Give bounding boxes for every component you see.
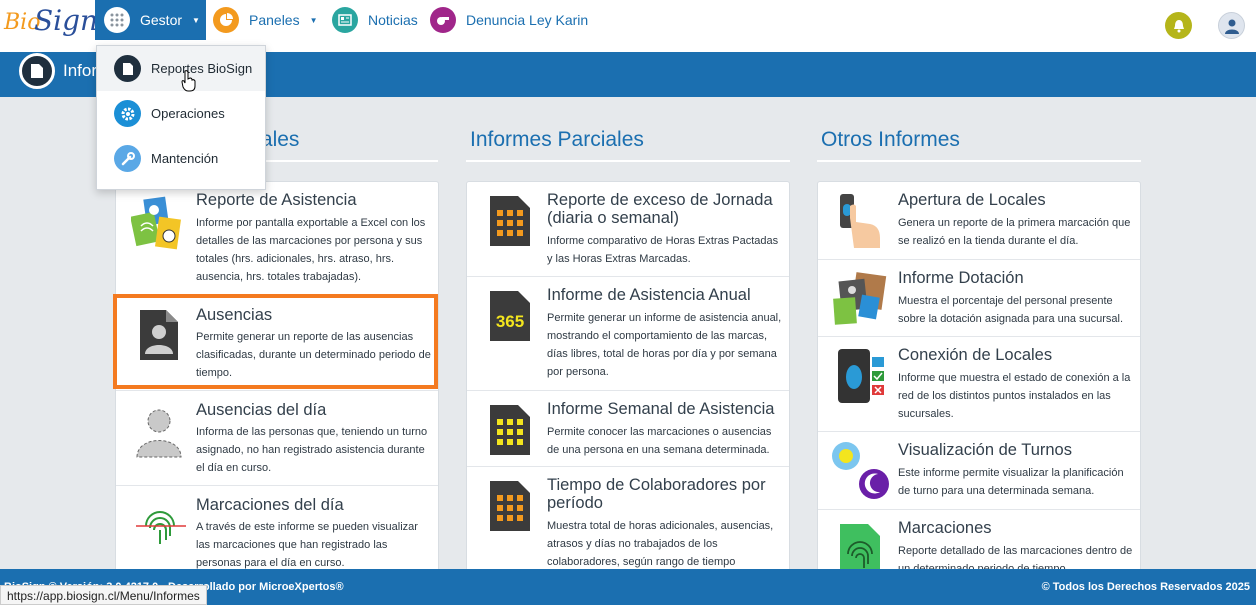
calendar-365-icon: 365 bbox=[488, 289, 542, 347]
card-title: Reporte de Asistencia bbox=[196, 191, 357, 209]
column-divider bbox=[817, 160, 1141, 162]
menu-item-label: Operaciones bbox=[151, 106, 225, 121]
card-description: Genera un reporte de la primera marcació… bbox=[898, 217, 1131, 247]
card-title: Conexión de Locales bbox=[898, 346, 1053, 364]
bell-icon[interactable] bbox=[1165, 12, 1192, 39]
card-apertura-locales[interactable]: Apertura de Locales Genera un reporte de… bbox=[818, 182, 1140, 260]
card-description: Muestra total de horas adicionales, ause… bbox=[547, 520, 774, 568]
menu-item-label: Reportes BioSign bbox=[151, 61, 253, 76]
card-description: Informe por pantalla exportable a Excel … bbox=[196, 217, 426, 283]
nav-paneles[interactable]: Paneles ▼ bbox=[213, 0, 318, 40]
badge-365-text: 365 bbox=[496, 312, 524, 331]
card-title: Informe Semanal de Asistencia bbox=[547, 400, 775, 418]
fingerprint-scan-icon bbox=[134, 504, 188, 562]
user-avatar-icon[interactable] bbox=[1218, 12, 1245, 39]
whistle-icon bbox=[430, 7, 456, 33]
card-title: Visualización de Turnos bbox=[898, 441, 1072, 459]
card-tiempo-colaboradores[interactable]: Tiempo de Colaboradores por período Muest… bbox=[467, 467, 789, 582]
card-reporte-asistencia[interactable]: Reporte de Asistencia Informe por pantal… bbox=[116, 182, 438, 296]
calculator-doc-icon bbox=[488, 403, 542, 461]
column-title-parciales: Informes Parciales bbox=[470, 128, 644, 151]
card-title: Informe Dotación bbox=[898, 269, 1024, 287]
device-status-icon bbox=[836, 347, 890, 405]
card-marcaciones-del-dia[interactable]: Marcaciones del día A través de este inf… bbox=[116, 486, 438, 582]
wrench-icon bbox=[114, 145, 141, 172]
card-visualizacion-turnos[interactable]: Visualización de Turnos Este informe per… bbox=[818, 432, 1140, 510]
nav-noticias-label: Noticias bbox=[368, 12, 418, 28]
pie-chart-icon bbox=[213, 7, 239, 33]
logo-sign: Sign bbox=[34, 4, 99, 37]
biosign-logo[interactable]: Bio Sign bbox=[4, 4, 98, 44]
nav-ley-label: Denuncia Ley Karin bbox=[466, 12, 589, 28]
nav-paneles-label: Paneles bbox=[249, 12, 300, 28]
caret-down-icon: ▼ bbox=[309, 15, 318, 25]
gear-icon bbox=[114, 100, 141, 127]
card-asistencia-anual[interactable]: 365 Informe de Asistencia Anual Permite … bbox=[467, 277, 789, 391]
card-description: Este informe permite visualizar la plani… bbox=[898, 467, 1124, 497]
card-ausencias-del-dia[interactable]: Ausencias del día Informa de las persona… bbox=[116, 391, 438, 486]
nav-denuncia-ley-karin[interactable]: Denuncia Ley Karin bbox=[430, 0, 588, 40]
staff-collage-icon bbox=[832, 270, 887, 328]
column-title-otros: Otros Informes bbox=[821, 128, 960, 151]
newspaper-icon bbox=[332, 7, 358, 33]
card-title: Reporte de exceso de Jornada (diaria o se… bbox=[547, 191, 773, 227]
card-conexion-locales[interactable]: Conexión de Locales Informe que muestra … bbox=[818, 337, 1140, 432]
person-outline-icon bbox=[134, 405, 188, 463]
card-description: Informe que muestra el estado de conexió… bbox=[898, 372, 1131, 420]
nav-gestor[interactable]: Gestor ▼ bbox=[95, 0, 206, 40]
card-title: Tiempo de Colaboradores por período bbox=[547, 476, 766, 512]
card-title: Apertura de Locales bbox=[898, 191, 1046, 209]
card-title: Marcaciones del día bbox=[196, 496, 344, 514]
gestor-dropdown-menu: Reportes BioSign Operaciones Mantención bbox=[96, 45, 266, 190]
document-icon bbox=[19, 53, 55, 89]
column-divider bbox=[466, 160, 790, 162]
card-description: Informe comparativo de Horas Extras Pact… bbox=[547, 235, 779, 265]
card-description: Permite generar un informe de asistencia… bbox=[547, 312, 782, 378]
card-title: Marcaciones bbox=[898, 519, 992, 537]
card-description: Muestra el porcentaje del personal prese… bbox=[898, 295, 1124, 325]
calculator-doc-icon bbox=[488, 194, 542, 252]
hand-cursor-icon bbox=[181, 70, 197, 97]
hand-scanner-icon bbox=[836, 192, 890, 250]
nav-gestor-label: Gestor bbox=[140, 12, 183, 28]
report-collage-icon bbox=[130, 196, 185, 254]
sun-moon-icon bbox=[830, 440, 889, 499]
card-title: Ausencias del día bbox=[196, 401, 327, 419]
selected-card-highlight bbox=[113, 294, 438, 389]
card-title: Informe de Asistencia Anual bbox=[547, 286, 751, 304]
apps-grid-icon bbox=[104, 7, 130, 33]
menu-item-mantencion[interactable]: Mantención bbox=[97, 136, 265, 181]
status-bar-url: https://app.biosign.cl/Menu/Informes bbox=[0, 585, 207, 605]
card-semanal-asistencia[interactable]: Informe Semanal de Asistencia Permite co… bbox=[467, 391, 789, 467]
card-exceso-jornada[interactable]: Reporte de exceso de Jornada (diaria o se… bbox=[467, 182, 789, 277]
file-icon bbox=[114, 55, 141, 82]
card-description: Informa de las personas que, teniendo un… bbox=[196, 426, 428, 474]
column-otros: Apertura de Locales Genera un reporte de… bbox=[817, 181, 1141, 581]
calculator-doc-icon bbox=[488, 479, 542, 537]
menu-item-operaciones[interactable]: Operaciones bbox=[97, 91, 265, 136]
card-informe-dotacion[interactable]: Informe Dotación Muestra el porcentaje d… bbox=[818, 260, 1140, 337]
column-parciales: Reporte de exceso de Jornada (diaria o se… bbox=[466, 181, 790, 581]
footer-copyright: © Todos los Derechos Reservados 2025 bbox=[1041, 581, 1250, 593]
card-description: A través de este informe se pueden visua… bbox=[196, 521, 418, 569]
card-description: Permite conocer las marcaciones o ausenc… bbox=[547, 426, 772, 456]
caret-down-icon: ▼ bbox=[192, 15, 200, 25]
menu-item-label: Mantención bbox=[151, 151, 219, 166]
nav-noticias[interactable]: Noticias bbox=[332, 0, 418, 40]
